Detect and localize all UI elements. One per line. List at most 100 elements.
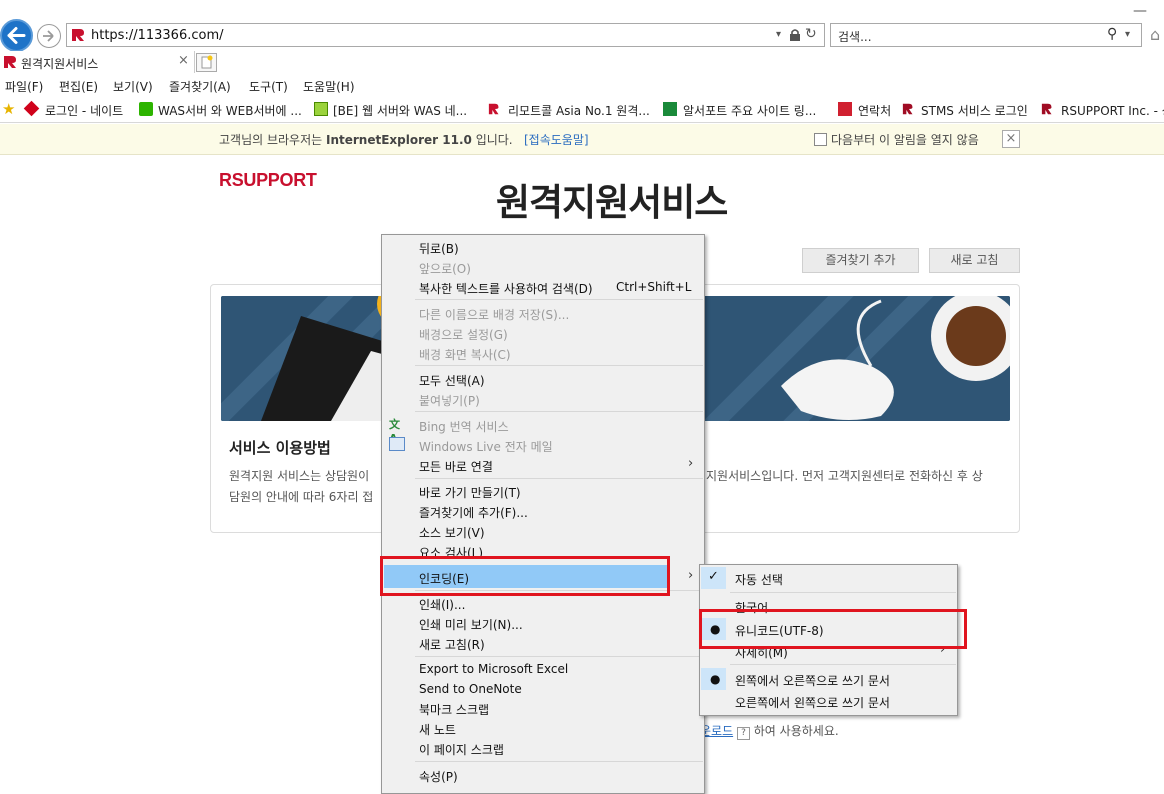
- search-dropdown-icon[interactable]: ▾: [1125, 29, 1130, 40]
- nate-icon: [23, 100, 40, 117]
- menu-separator: [415, 299, 703, 300]
- naver-blog-icon: [139, 102, 153, 116]
- lock-icon[interactable]: [789, 28, 801, 42]
- browser-name: InternetExplorer 11.0: [326, 133, 472, 147]
- search-input[interactable]: 검색...: [838, 28, 872, 45]
- forward-arrow-icon: [43, 30, 54, 42]
- fav-item-be-web[interactable]: [BE] 웹 서버와 WAS 네...: [333, 102, 467, 119]
- menu-item-refresh[interactable]: 새로 고침(R): [419, 636, 485, 653]
- help-question-icon[interactable]: ?: [736, 727, 750, 740]
- download-suffix: 하여 사용하세요.: [749, 724, 839, 738]
- menu-view[interactable]: 보기(V): [113, 78, 153, 95]
- help-link[interactable]: [접속도움말]: [524, 131, 589, 148]
- menu-item-bing-translate: Bing 번역 서비스: [419, 420, 509, 434]
- browser-chrome: https://113366.com/ ▾ ↻ 검색... ⚲ ▾ — ⌂ 원격…: [0, 0, 1164, 124]
- menu-separator: [730, 664, 956, 665]
- menu-item-set-background: 배경으로 설정(G): [419, 328, 508, 342]
- stms-icon: [902, 103, 913, 115]
- menu-item-all-accelerators[interactable]: 모든 바로 연결: [419, 458, 493, 475]
- new-tab-button[interactable]: [196, 53, 217, 72]
- menu-separator: [415, 365, 703, 366]
- annotation-box-encoding: [380, 556, 670, 596]
- rsupport-link-icon: [663, 102, 677, 116]
- infobar-close-icon[interactable]: ×: [1002, 130, 1020, 148]
- service-guide-title: 서비스 이용방법: [229, 439, 331, 457]
- fav-item-remotecall[interactable]: 리모트콜 Asia No.1 원격...: [508, 102, 650, 119]
- checkmark-icon: ✓: [708, 569, 719, 584]
- context-menu: 뒤로(B) 앞으로(O) 복사한 텍스트를 사용하여 검색(D) Ctrl+Sh…: [381, 234, 705, 794]
- menu-item-print[interactable]: 인쇄(I)...: [419, 596, 465, 613]
- tab-active[interactable]: 원격지원서비스 ×: [0, 51, 195, 73]
- fav-item-was-web[interactable]: WAS서버 와 WEB서버에 ...: [158, 102, 302, 119]
- add-favorite-button[interactable]: 즐겨찾기 추가: [802, 248, 919, 273]
- blog-icon: [314, 102, 328, 116]
- search-shortcut: Ctrl+Shift+L: [616, 280, 692, 294]
- menu-file[interactable]: 파일(F): [5, 78, 43, 95]
- rsupport-logo: RSUPPORT: [219, 170, 317, 190]
- menu-help[interactable]: 도움말(H): [303, 78, 355, 95]
- contacts-icon: [838, 102, 852, 116]
- search-icon[interactable]: ⚲: [1107, 26, 1117, 42]
- page-refresh-button[interactable]: 새로 고침: [929, 248, 1020, 273]
- menu-separator: [415, 478, 703, 479]
- bing-translate-icon: 文A: [389, 418, 400, 445]
- remotecall-icon: [488, 103, 499, 115]
- menu-bar: 파일(F) 편집(E) 보기(V) 즐겨찾기(A) 도구(T) 도움말(H): [0, 73, 1164, 96]
- dropdown-icon[interactable]: ▾: [776, 29, 781, 40]
- search-box[interactable]: 검색... ⚲ ▾: [830, 23, 1142, 47]
- fav-item-contacts[interactable]: 연락처: [858, 102, 891, 119]
- menu-item-live-mail: Windows Live 전자 메일: [419, 440, 553, 454]
- menu-tools[interactable]: 도구(T): [249, 78, 288, 95]
- menu-item-new-note[interactable]: 새 노트: [419, 721, 456, 738]
- tab-close-icon[interactable]: ×: [178, 53, 189, 68]
- fav-item-rsupport[interactable]: RSUPPORT Inc. - 상: [1061, 102, 1164, 119]
- browser-info-message: 고객님의 브라우저는 InternetExplorer 11.0 입니다.: [219, 131, 513, 148]
- menu-item-copy-background: 배경 화면 복사(C): [419, 348, 511, 362]
- submenu-item-auto[interactable]: 자동 선택: [735, 571, 783, 588]
- annotation-box-utf8: [699, 609, 967, 649]
- menu-item-create-shortcut[interactable]: 바로 가기 만들기(T): [419, 484, 521, 501]
- info-suffix: 입니다.: [471, 133, 513, 147]
- menu-item-scrap-page[interactable]: 이 페이지 스크랩: [419, 741, 504, 758]
- menu-item-search-copied[interactable]: 복사한 텍스트를 사용하여 검색(D): [419, 280, 593, 297]
- address-bar[interactable]: https://113366.com/ ▾ ↻: [66, 23, 825, 47]
- service-text-left-2: 담원의 안내에 따라 6자리 접: [229, 490, 374, 504]
- forward-button[interactable]: [37, 24, 61, 48]
- menu-edit[interactable]: 편집(E): [59, 78, 98, 95]
- submenu-item-ltr[interactable]: 왼쪽에서 오른쪽으로 쓰기 문서: [735, 672, 890, 689]
- new-tab-icon: [201, 55, 213, 69]
- back-arrow-icon: [7, 27, 26, 44]
- menu-item-select-all[interactable]: 모두 선택(A): [419, 372, 485, 389]
- menu-item-bookmark-scrap[interactable]: 북마크 스크랩: [419, 701, 489, 718]
- url-text: https://113366.com/: [91, 28, 224, 43]
- menu-item-view-source[interactable]: 소스 보기(V): [419, 524, 485, 541]
- menu-item-send-onenote[interactable]: Send to OneNote: [419, 682, 522, 696]
- menu-item-export-excel[interactable]: Export to Microsoft Excel: [419, 662, 568, 676]
- back-button[interactable]: [0, 19, 33, 52]
- fav-item-sites[interactable]: 알서포트 주요 사이트 링...: [683, 102, 816, 119]
- menu-item-forward: 앞으로(O): [419, 262, 471, 276]
- favorites-star-icon[interactable]: ★: [2, 100, 15, 118]
- menu-separator: [415, 411, 703, 412]
- info-prefix: 고객님의 브라우저는: [219, 133, 326, 147]
- menu-item-back[interactable]: 뒤로(B): [419, 240, 459, 257]
- dont-show-label: 다음부터 이 알림을 열지 않음: [831, 133, 979, 147]
- menu-item-add-favorites[interactable]: 즐겨찾기에 추가(F)...: [419, 504, 528, 521]
- menu-item-save-background: 다른 이름으로 배경 저장(S)...: [419, 308, 570, 322]
- tab-title: 원격지원서비스: [21, 57, 99, 71]
- menu-favorites[interactable]: 즐겨찾기(A): [169, 78, 231, 95]
- fav-item-nate[interactable]: 로그인 - 네이트: [45, 102, 123, 119]
- menu-item-properties[interactable]: 속성(P): [419, 768, 458, 785]
- tab-favicon-icon: [4, 56, 16, 68]
- menu-item-paste: 붙여넣기(P): [419, 394, 480, 408]
- fav-item-stms[interactable]: STMS 서비스 로그인: [921, 102, 1028, 119]
- download-instruction: 운로드 ? 하여 사용하세요.: [700, 722, 839, 740]
- submenu-item-rtl[interactable]: 오른쪽에서 왼쪽으로 쓰기 문서: [735, 694, 890, 711]
- minimize-icon[interactable]: —: [1133, 3, 1147, 19]
- submenu-arrow-icon: ›: [688, 568, 694, 583]
- home-icon[interactable]: ⌂: [1150, 25, 1160, 44]
- dont-show-checkbox[interactable]: [814, 133, 827, 146]
- page-title: 원격지원서비스: [496, 181, 728, 224]
- refresh-icon[interactable]: ↻: [805, 26, 817, 42]
- menu-item-print-preview[interactable]: 인쇄 미리 보기(N)...: [419, 616, 523, 633]
